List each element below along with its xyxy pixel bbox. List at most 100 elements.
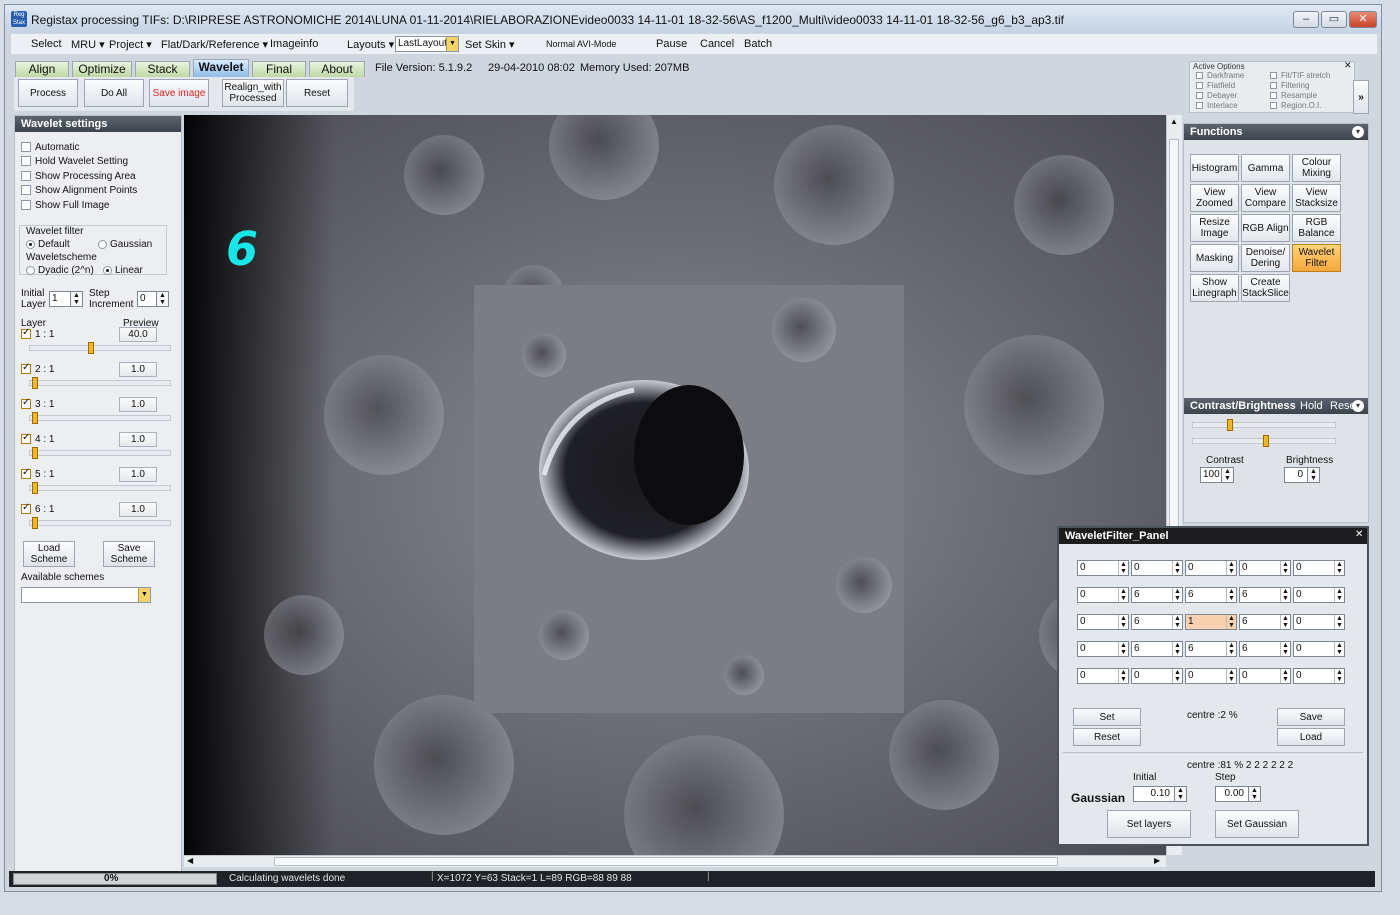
layer-slider-thumb[interactable] — [32, 517, 38, 529]
layer-checkbox[interactable]: 1 : 1 — [21, 327, 54, 340]
load-matrix-button[interactable]: Load — [1277, 728, 1345, 746]
tab-stack[interactable]: Stack — [135, 61, 190, 77]
batch-button[interactable]: Batch — [744, 38, 772, 50]
layer-value[interactable]: 1.0 — [119, 467, 157, 482]
function-button[interactable]: Resize Image — [1190, 214, 1239, 242]
matrix-cell[interactable]: 0 ▲ ▼ — [1293, 641, 1345, 657]
brightness-slider-thumb[interactable] — [1263, 435, 1269, 447]
process-button[interactable]: Process — [18, 79, 78, 107]
scroll-right-icon[interactable]: ▶ — [1154, 856, 1160, 865]
close-icon[interactable]: ✕ — [1355, 529, 1363, 540]
matrix-cell[interactable]: 0 ▲ ▼ — [1239, 560, 1291, 576]
layer-slider-thumb[interactable] — [32, 482, 38, 494]
menu-flat-dark-reference[interactable]: Flat/Dark/Reference ▾ — [161, 38, 268, 51]
minimize-button[interactable]: ‒ — [1293, 11, 1319, 28]
matrix-cell[interactable]: 0 ▲ ▼ — [1185, 668, 1237, 684]
function-button[interactable]: Gamma — [1241, 154, 1290, 182]
matrix-cell[interactable]: 0 ▲ ▼ — [1077, 668, 1129, 684]
function-button[interactable]: Histogram — [1190, 154, 1239, 182]
matrix-cell[interactable]: 0 ▲ ▼ — [1293, 587, 1345, 603]
layer-value[interactable]: 1.0 — [119, 362, 157, 377]
layer-slider[interactable] — [29, 482, 171, 494]
option-darkframe[interactable]: Darkframe — [1196, 71, 1244, 81]
realign-button[interactable]: Realign_with Processed — [222, 79, 284, 107]
function-button[interactable]: Show Linegraph — [1190, 274, 1239, 302]
linear-radio[interactable]: Linear — [103, 265, 143, 276]
image-viewport[interactable]: 6 — [184, 115, 1166, 855]
matrix-cell[interactable]: 0 ▲ ▼ — [1077, 614, 1129, 630]
menu-set-skin[interactable]: Set Skin ▾ — [465, 38, 515, 51]
layer-value[interactable]: 1.0 — [119, 432, 157, 447]
layer-slider[interactable] — [29, 412, 171, 424]
menu-avi-mode[interactable]: Normal AVI-Mode — [546, 39, 616, 49]
reset-matrix-button[interactable]: Reset — [1073, 728, 1141, 746]
menu-project[interactable]: Project ▾ — [109, 38, 152, 51]
set-gaussian-button[interactable]: Set Gaussian — [1215, 810, 1299, 838]
function-button[interactable]: Denoise/ Dering — [1241, 244, 1290, 272]
hold-button[interactable]: Hold — [1300, 398, 1323, 414]
layer-checkbox[interactable]: 5 : 1 — [21, 467, 54, 480]
layer-slider-thumb[interactable] — [32, 377, 38, 389]
layer-slider[interactable] — [29, 377, 171, 389]
layer-slider[interactable] — [29, 342, 171, 354]
function-button[interactable]: Wavelet Filter — [1292, 244, 1341, 272]
expand-options-button[interactable]: » — [1353, 80, 1369, 114]
matrix-cell[interactable]: 6 ▲ ▼ — [1185, 587, 1237, 603]
save-scheme-button[interactable]: Save Scheme — [103, 541, 155, 567]
contrast-spinner[interactable]: 100 ▲ ▼ — [1200, 467, 1234, 483]
matrix-cell[interactable]: 0 ▲ ▼ — [1131, 560, 1183, 576]
step-increment-spinner[interactable]: 0 ▲ ▼ — [137, 291, 169, 307]
save-matrix-button[interactable]: Save — [1277, 708, 1345, 726]
layer-checkbox[interactable]: 4 : 1 — [21, 432, 54, 445]
menu-mru[interactable]: MRU ▾ — [71, 38, 105, 51]
brightness-slider[interactable] — [1192, 435, 1336, 447]
function-button[interactable]: Colour Mixing — [1292, 154, 1341, 182]
function-button[interactable]: RGB Balance — [1292, 214, 1341, 242]
close-button[interactable]: ✕ — [1349, 11, 1377, 28]
layer-slider-thumb[interactable] — [32, 412, 38, 424]
matrix-cell[interactable]: 0 ▲ ▼ — [1077, 641, 1129, 657]
scroll-left-icon[interactable]: ◀ — [187, 856, 193, 865]
matrix-cell[interactable]: 0 ▲ ▼ — [1131, 668, 1183, 684]
cancel-button[interactable]: Cancel — [700, 38, 734, 50]
menu-select[interactable]: Select — [31, 38, 62, 50]
tab-align[interactable]: Align — [15, 61, 69, 77]
option-filtering[interactable]: Filtering — [1270, 81, 1330, 91]
matrix-cell[interactable]: 6 ▲ ▼ — [1239, 614, 1291, 630]
layer-slider-thumb[interactable] — [88, 342, 95, 354]
matrix-cell[interactable]: 1 ▲ ▼ — [1185, 614, 1237, 630]
layout-select[interactable]: LastLayout ▼ — [395, 36, 459, 52]
set-button[interactable]: Set — [1073, 708, 1141, 726]
scroll-up-icon[interactable]: ▲ — [1170, 117, 1178, 126]
matrix-cell[interactable]: 0 ▲ ▼ — [1077, 587, 1129, 603]
menu-layouts[interactable]: Layouts ▾ — [347, 38, 394, 51]
save-image-button[interactable]: Save image — [149, 79, 209, 107]
layer-checkbox[interactable]: 3 : 1 — [21, 397, 54, 410]
brightness-spinner[interactable]: 0 ▲ ▼ — [1284, 467, 1320, 483]
function-button[interactable]: Masking — [1190, 244, 1239, 272]
automatic-checkbox[interactable]: Automatic — [21, 142, 79, 153]
maximize-button[interactable]: ▭ — [1321, 11, 1347, 28]
matrix-cell[interactable]: 6 ▲ ▼ — [1185, 641, 1237, 657]
matrix-cell[interactable]: 6 ▲ ▼ — [1131, 587, 1183, 603]
gaussian-step-spinner[interactable]: 0.00 ▲ ▼ — [1215, 786, 1261, 802]
matrix-cell[interactable]: 6 ▲ ▼ — [1239, 587, 1291, 603]
function-button[interactable]: RGB Align — [1241, 214, 1290, 242]
schemes-select[interactable]: ▼ — [21, 587, 151, 603]
show-processing-area-checkbox[interactable]: Show Processing Area — [21, 171, 136, 182]
matrix-cell[interactable]: 0 ▲ ▼ — [1293, 614, 1345, 630]
layer-slider-thumb[interactable] — [32, 447, 38, 459]
horizontal-scrollbar[interactable]: ◀ ▶ — [184, 855, 1166, 867]
layer-slider[interactable] — [29, 517, 171, 529]
option-debayer[interactable]: Debayer — [1196, 91, 1244, 101]
gaussian-initial-spinner[interactable]: 0.10 ▲ ▼ — [1133, 786, 1187, 802]
tab-final[interactable]: Final — [252, 61, 306, 77]
layer-value[interactable]: 1.0 — [119, 502, 157, 517]
load-scheme-button[interactable]: Load Scheme — [23, 541, 75, 567]
option-roi[interactable]: Region.O.I. — [1270, 101, 1330, 111]
collapse-icon[interactable]: ▾ — [1352, 126, 1364, 138]
pause-button[interactable]: Pause — [656, 38, 687, 50]
option-flatfield[interactable]: Flatfield — [1196, 81, 1244, 91]
matrix-cell[interactable]: 0 ▲ ▼ — [1293, 668, 1345, 684]
tab-optimize[interactable]: Optimize — [72, 61, 132, 77]
